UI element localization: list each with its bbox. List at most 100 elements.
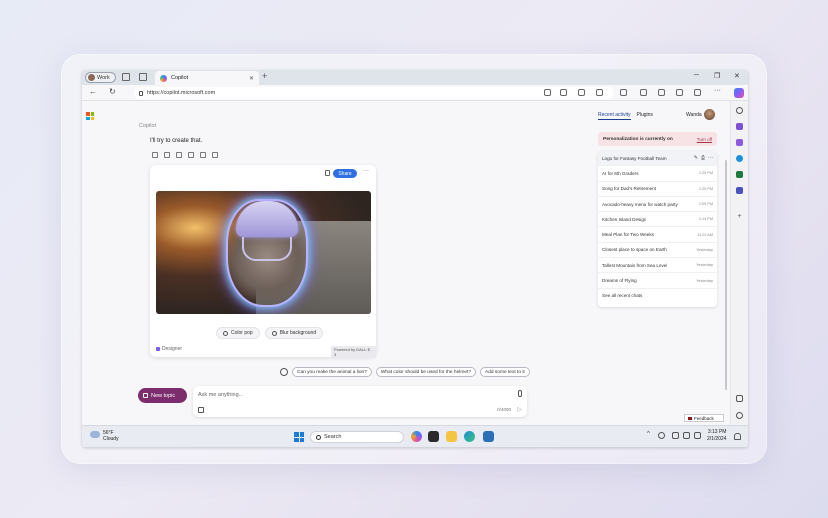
taskbar-search[interactable]: Search bbox=[310, 431, 404, 443]
color-pop-button[interactable]: Color pop bbox=[216, 327, 260, 339]
list-item[interactable]: Kitchen Island Design 1:14 PM bbox=[598, 212, 717, 228]
notification-bell-icon[interactable] bbox=[734, 433, 741, 440]
zoom-icon[interactable] bbox=[544, 89, 551, 96]
designer-label: Designer bbox=[162, 346, 183, 352]
copilot-sidebar-button[interactable] bbox=[734, 88, 744, 98]
compose-box[interactable]: Ask me anything... 0/4000 ▷ bbox=[193, 386, 527, 417]
compose-input[interactable]: Ask me anything... bbox=[198, 392, 243, 398]
display-icon[interactable] bbox=[672, 432, 679, 439]
user-name[interactable]: Wanda bbox=[686, 112, 702, 118]
read-aloud-icon[interactable] bbox=[578, 89, 585, 96]
onedrive-icon[interactable] bbox=[658, 432, 665, 439]
extensions-icon[interactable] bbox=[694, 89, 701, 96]
refresh-button[interactable]: ↻ bbox=[109, 87, 116, 96]
suggestion-chip[interactable]: Add some text to it bbox=[480, 367, 530, 377]
designer-link[interactable]: Designer bbox=[156, 346, 182, 352]
maximize-button[interactable]: ❐ bbox=[714, 72, 720, 80]
suggestion-chip[interactable]: What color should be used for the helmet… bbox=[375, 367, 477, 377]
add-image-icon[interactable] bbox=[198, 407, 204, 413]
list-item[interactable]: Tallest Mountain from Sea Level Yesterday bbox=[598, 258, 717, 274]
delete-icon[interactable]: ⎙ bbox=[701, 155, 705, 161]
help-icon[interactable] bbox=[280, 368, 288, 376]
settings-more-icon[interactable]: ··· bbox=[714, 87, 721, 94]
image-result-card: Share ··· Color pop Blur background Desi… bbox=[150, 165, 376, 358]
share-icon[interactable] bbox=[200, 152, 206, 158]
search-icon[interactable] bbox=[736, 107, 743, 114]
close-tab-icon[interactable]: ✕ bbox=[249, 75, 254, 82]
copy-icon[interactable] bbox=[176, 152, 182, 158]
app-available-icon[interactable] bbox=[560, 89, 567, 96]
chat-title: Dreams of Flying bbox=[602, 278, 637, 284]
teams-icon[interactable] bbox=[736, 187, 743, 194]
turn-off-link[interactable]: Turn off bbox=[697, 137, 712, 142]
hide-sidebar-icon[interactable] bbox=[736, 395, 743, 402]
thumbs-down-icon[interactable] bbox=[164, 152, 170, 158]
favorites-icon[interactable] bbox=[658, 89, 665, 96]
favorite-star-icon[interactable] bbox=[596, 89, 603, 96]
more-icon[interactable]: ··· bbox=[708, 155, 713, 161]
tab-recent-activity[interactable]: Recent activity bbox=[598, 112, 631, 120]
copy-image-icon[interactable] bbox=[325, 170, 330, 176]
workspaces-icon[interactable] bbox=[122, 73, 130, 81]
volume-icon[interactable] bbox=[694, 432, 701, 439]
wifi-icon[interactable] bbox=[683, 432, 690, 439]
lock-icon bbox=[139, 90, 143, 96]
share-button[interactable]: Share bbox=[333, 169, 357, 178]
export-icon[interactable] bbox=[188, 152, 194, 158]
search-icon bbox=[316, 434, 321, 440]
chat-time: Yesterday bbox=[696, 278, 713, 283]
new-tab-button[interactable]: + bbox=[262, 71, 267, 81]
games-icon[interactable] bbox=[736, 155, 743, 162]
see-all-chats-link[interactable]: See all recent chats bbox=[598, 289, 717, 303]
microphone-icon[interactable] bbox=[518, 390, 522, 397]
close-window-button[interactable]: ✕ bbox=[734, 72, 740, 80]
start-button[interactable] bbox=[294, 432, 304, 442]
tab-plugins[interactable]: Plugins bbox=[637, 112, 653, 120]
blur-icon bbox=[271, 330, 277, 336]
url-field[interactable]: https://copilot.microsoft.com bbox=[134, 87, 614, 99]
profile-button[interactable]: Work bbox=[85, 72, 116, 83]
split-screen-icon[interactable] bbox=[640, 89, 647, 96]
avatar[interactable] bbox=[704, 109, 715, 120]
edit-icon[interactable]: ✎ bbox=[694, 155, 698, 161]
more-options-icon[interactable]: ··· bbox=[363, 168, 369, 174]
list-item[interactable]: AI for 6th Graders 1:25 PM bbox=[598, 166, 717, 182]
weather-widget[interactable]: 56°F Cloudy bbox=[103, 430, 119, 442]
list-item[interactable]: Meal Plan for Two Weeks 11:22 AM bbox=[598, 227, 717, 243]
list-item[interactable]: Avocado-heavy menu for watch party 1:05 P… bbox=[598, 197, 717, 213]
thumbs-up-icon[interactable] bbox=[152, 152, 158, 158]
shopping-icon[interactable] bbox=[736, 123, 743, 130]
tools-icon[interactable] bbox=[736, 139, 743, 146]
generated-image[interactable] bbox=[156, 191, 371, 314]
tray-overflow-icon[interactable]: ^ bbox=[647, 431, 650, 437]
copilot-taskbar-icon[interactable] bbox=[411, 431, 422, 442]
gear-icon[interactable] bbox=[736, 412, 743, 419]
refresh-page-icon[interactable] bbox=[620, 89, 627, 96]
clock[interactable]: 3:13 PM 2/1/2024 bbox=[707, 429, 726, 442]
suggestion-chip[interactable]: Can you make the animal a lion? bbox=[292, 367, 372, 377]
file-explorer-icon[interactable] bbox=[446, 431, 457, 442]
tab-copilot[interactable]: Copilot ✕ bbox=[155, 71, 259, 85]
back-button[interactable]: ← bbox=[89, 87, 97, 96]
tab-actions-icon[interactable] bbox=[139, 73, 147, 81]
cloud-icon[interactable] bbox=[90, 431, 100, 438]
list-item[interactable]: Logo for Fantasy Football Team ✎ ⎙ ··· bbox=[598, 151, 717, 167]
chat-time: Yesterday bbox=[696, 263, 713, 268]
microsoft-logo[interactable] bbox=[86, 112, 94, 120]
blur-background-button[interactable]: Blur background bbox=[264, 327, 324, 339]
list-item[interactable]: Dreams of Flying Yesterday bbox=[598, 273, 717, 289]
feedback-button[interactable]: Feedback bbox=[684, 414, 724, 422]
new-topic-button[interactable]: New topic bbox=[138, 388, 187, 403]
word-icon[interactable] bbox=[736, 171, 743, 178]
collections-icon[interactable] bbox=[676, 89, 683, 96]
terminal-icon[interactable] bbox=[428, 431, 439, 442]
scrollbar[interactable] bbox=[725, 160, 727, 390]
add-icon[interactable]: + bbox=[736, 213, 743, 220]
send-icon[interactable]: ▷ bbox=[517, 406, 522, 413]
minimize-button[interactable]: ─ bbox=[694, 72, 699, 79]
list-item[interactable]: Closest place to space on Earth Yesterday bbox=[598, 243, 717, 259]
list-item[interactable]: Song for Dad's Retirement 1:20 PM bbox=[598, 182, 717, 197]
read-aloud-icon[interactable] bbox=[212, 152, 218, 158]
store-icon[interactable] bbox=[483, 431, 494, 442]
edge-icon[interactable] bbox=[464, 431, 475, 442]
